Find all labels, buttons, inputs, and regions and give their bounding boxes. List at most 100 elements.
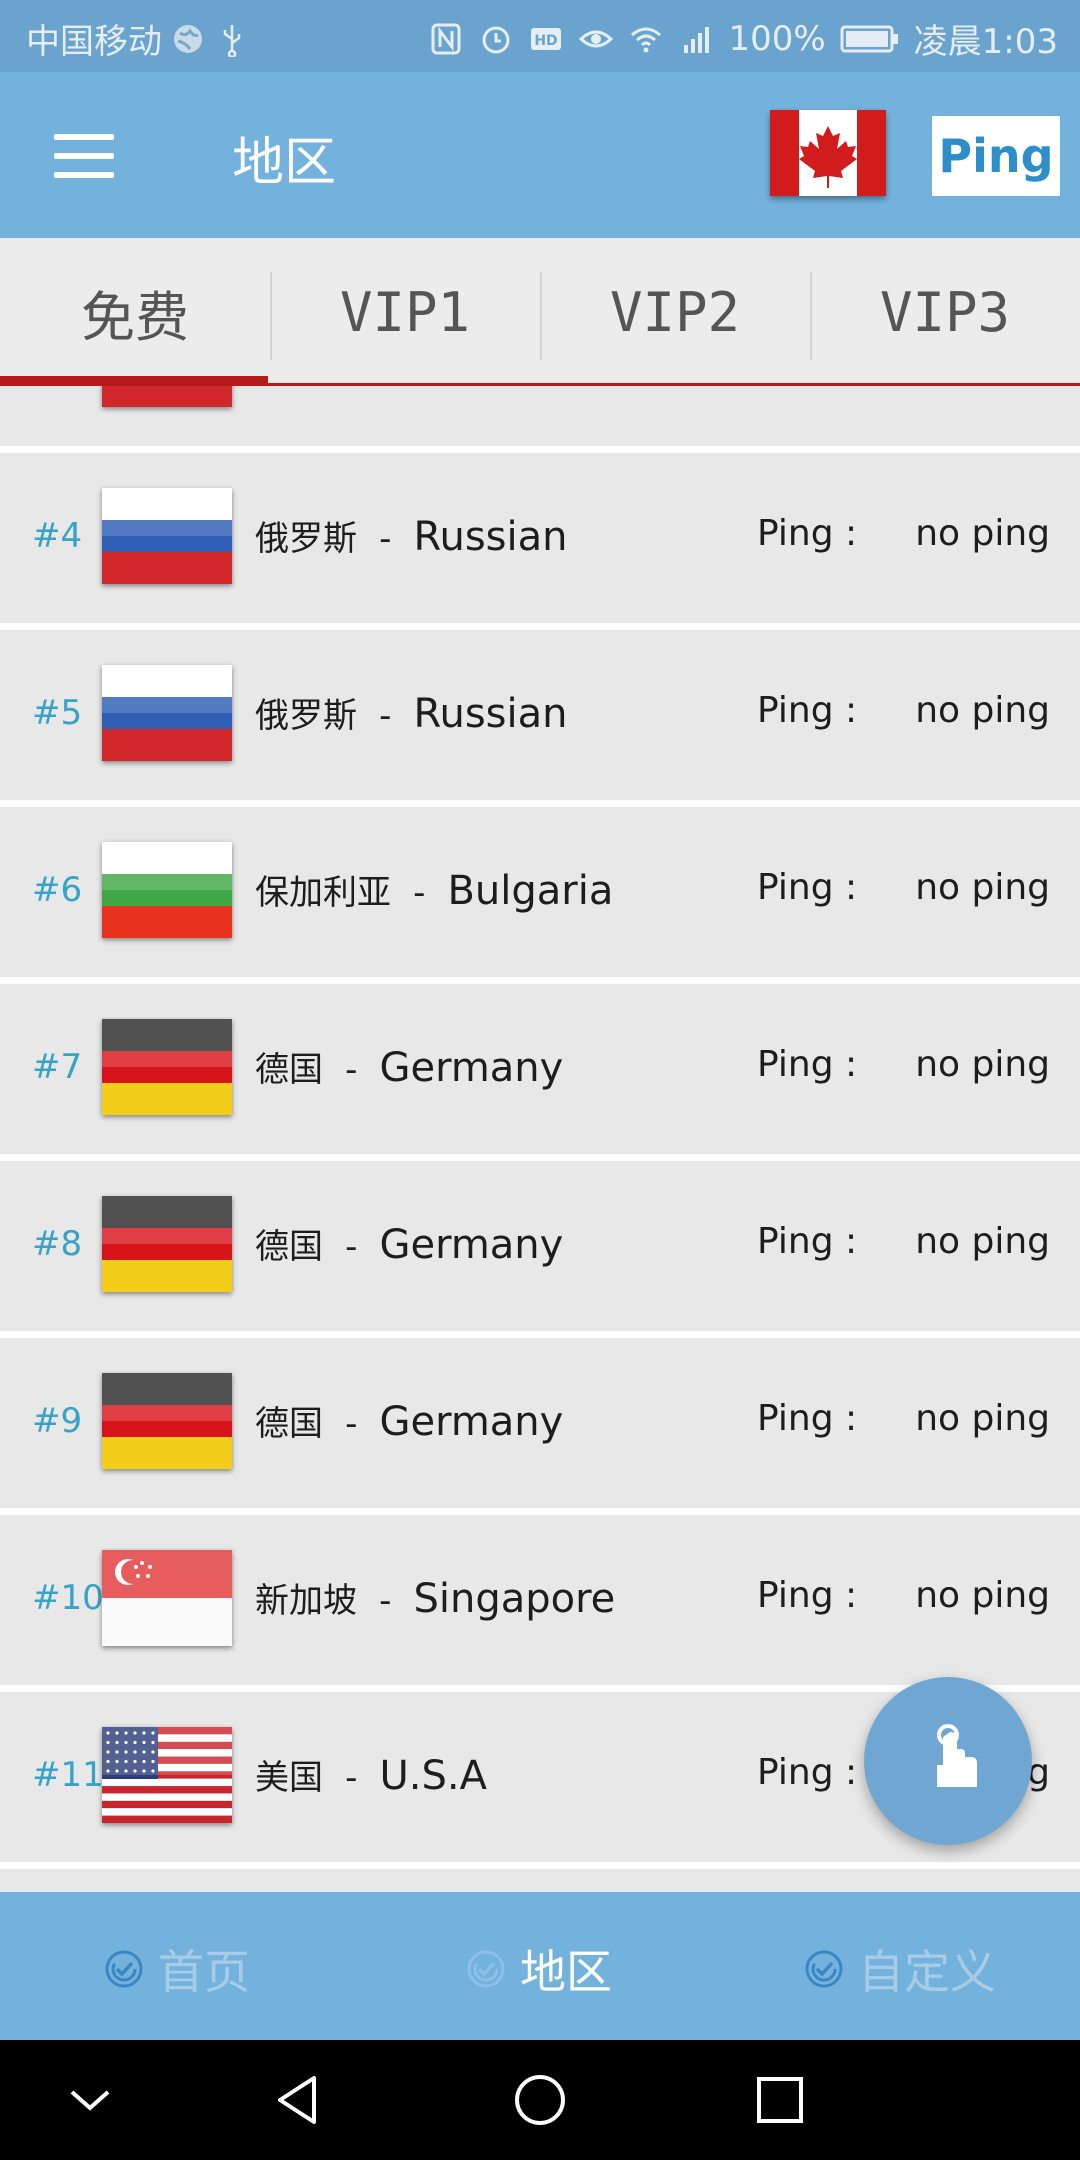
svg-text:HD: HD — [535, 33, 558, 49]
nav-home-label: 首页 — [158, 1945, 250, 1999]
server-row[interactable]: #5 俄罗斯 - Russian Ping : no ping — [0, 630, 1080, 807]
tab-vip3[interactable]: VIP3 — [810, 238, 1080, 386]
ping-value: no ping — [915, 1398, 1050, 1439]
signal-icon — [684, 26, 710, 53]
clock: 凌晨1:03 — [913, 22, 1058, 62]
ping-value: no ping — [915, 690, 1050, 731]
russia-flag-icon — [102, 665, 232, 761]
app-bar: 地区 Ping — [0, 72, 1080, 238]
server-index: #11 — [32, 1755, 104, 1795]
ping-label: Ping : — [757, 1398, 858, 1439]
germany-flag-icon — [102, 1019, 232, 1115]
check-circle-icon — [105, 1950, 143, 1988]
russia-flag-icon — [102, 488, 232, 584]
server-name: 德国 - Germany — [255, 1396, 563, 1445]
server-list[interactable]: #3 俄罗斯 - Russian Ping : no ping #4 俄罗斯 -… — [0, 386, 1080, 1892]
nav-region[interactable]: 地区 — [466, 1936, 612, 2002]
home-icon[interactable] — [508, 2068, 572, 2132]
server-row[interactable]: #10 新加坡 - Singapore Ping : no ping — [0, 1515, 1080, 1692]
server-name: 美国 - U.S.A — [255, 1750, 487, 1799]
canada-flag-icon[interactable] — [770, 110, 886, 196]
server-name-en: Russian — [413, 514, 568, 560]
germany-flag-icon — [102, 1196, 232, 1292]
server-name-en: Germany — [379, 1222, 564, 1268]
carrier-name: 中国移动 — [26, 22, 162, 62]
system-nav-bar — [0, 2040, 1080, 2160]
ping-value: no ping — [915, 867, 1050, 908]
server-index: #9 — [32, 1401, 83, 1441]
chevron-down-icon[interactable] — [58, 2068, 122, 2132]
ping-label: Ping : — [757, 1575, 858, 1616]
server-index: #7 — [32, 1047, 83, 1087]
server-index: #4 — [32, 516, 83, 556]
server-index: #5 — [32, 693, 83, 733]
server-name-cn: 德国 — [255, 1404, 323, 1444]
hamburger-icon-bar — [54, 153, 114, 159]
server-name-en: Germany — [379, 1399, 564, 1445]
server-name-en: U.S.A — [379, 1753, 487, 1799]
server-index: #10 — [32, 1578, 104, 1618]
nav-home[interactable]: 首页 — [104, 1936, 250, 2002]
globe-icon — [174, 24, 202, 53]
tab-free[interactable]: 免费 — [0, 238, 270, 386]
name-separator: - — [345, 1227, 358, 1267]
back-icon[interactable] — [268, 2068, 332, 2132]
ping-button[interactable]: Ping — [932, 116, 1060, 196]
ping-label: Ping : — [757, 513, 858, 554]
recents-icon[interactable] — [748, 2068, 812, 2132]
nav-region-label: 地区 — [520, 1945, 612, 1999]
menu-button[interactable] — [54, 134, 114, 178]
hamburger-icon-bar — [54, 172, 114, 178]
tab-vip1[interactable]: VIP1 — [270, 238, 540, 386]
server-name-cn: 俄罗斯 — [255, 519, 357, 559]
tab-indicator — [0, 376, 268, 386]
server-row[interactable]: #7 德国 - Germany Ping : no ping — [0, 984, 1080, 1161]
singapore-flag-icon — [102, 1550, 232, 1646]
ping-value: no ping — [915, 513, 1050, 554]
server-name-en: Russian — [413, 691, 568, 737]
alarm-icon — [482, 26, 510, 53]
ping-label: Ping : — [757, 1044, 858, 1085]
status-bar: 中国移动 HD 100% 凌晨1:03 — [0, 0, 1080, 72]
nav-custom-label: 自定义 — [858, 1945, 996, 1999]
nav-custom[interactable]: 自定义 — [804, 1936, 996, 2002]
name-separator: - — [345, 1404, 358, 1444]
server-index: #8 — [32, 1224, 83, 1264]
hd-icon: HD — [531, 27, 562, 50]
ping-label: Ping : — [757, 1221, 858, 1262]
hand-tap-icon — [937, 1724, 977, 1787]
server-name-cn: 德国 — [255, 1050, 323, 1090]
server-name: 保加利亚 - Bulgaria — [255, 865, 613, 914]
server-name-cn: 保加利亚 — [255, 873, 391, 913]
name-separator: - — [379, 696, 392, 736]
usb-icon — [223, 24, 241, 57]
server-name-cn: 德国 — [255, 1227, 323, 1267]
server-row[interactable]: #4 俄罗斯 - Russian Ping : no ping — [0, 453, 1080, 630]
ping-label: Ping : — [757, 867, 858, 908]
ping-value: no ping — [915, 1221, 1050, 1262]
tap-fab-button[interactable] — [864, 1677, 1032, 1845]
ping-value: no ping — [915, 1044, 1050, 1085]
name-separator: - — [379, 519, 392, 559]
server-name-en: Bulgaria — [447, 868, 614, 914]
germany-flag-icon — [102, 1373, 232, 1469]
server-name: 俄罗斯 - Russian — [255, 511, 567, 560]
name-separator: - — [345, 1050, 358, 1090]
bottom-nav: 首页 地区 自定义 — [0, 1892, 1080, 2040]
name-separator: - — [345, 1758, 358, 1798]
server-name-cn: 俄罗斯 — [255, 696, 357, 736]
tab-vip2[interactable]: VIP2 — [540, 238, 810, 386]
server-name-en: Germany — [379, 1045, 564, 1091]
server-name: 德国 - Germany — [255, 1042, 563, 1091]
server-row[interactable]: #8 德国 - Germany Ping : no ping — [0, 1161, 1080, 1338]
server-row[interactable]: #9 德国 - Germany Ping : no ping — [0, 1338, 1080, 1515]
bulgaria-flag-icon — [102, 842, 232, 938]
battery-icon — [840, 25, 898, 52]
server-row[interactable]: #6 保加利亚 - Bulgaria Ping : no ping — [0, 807, 1080, 984]
check-circle-icon — [467, 1950, 505, 1988]
server-row[interactable]: #3 俄罗斯 - Russian Ping : no ping — [0, 386, 1080, 453]
server-name: 俄罗斯 - Russian — [255, 688, 567, 737]
usa-flag-icon — [102, 1727, 232, 1823]
name-separator: - — [379, 1581, 392, 1621]
ping-label: Ping : — [757, 1752, 858, 1793]
